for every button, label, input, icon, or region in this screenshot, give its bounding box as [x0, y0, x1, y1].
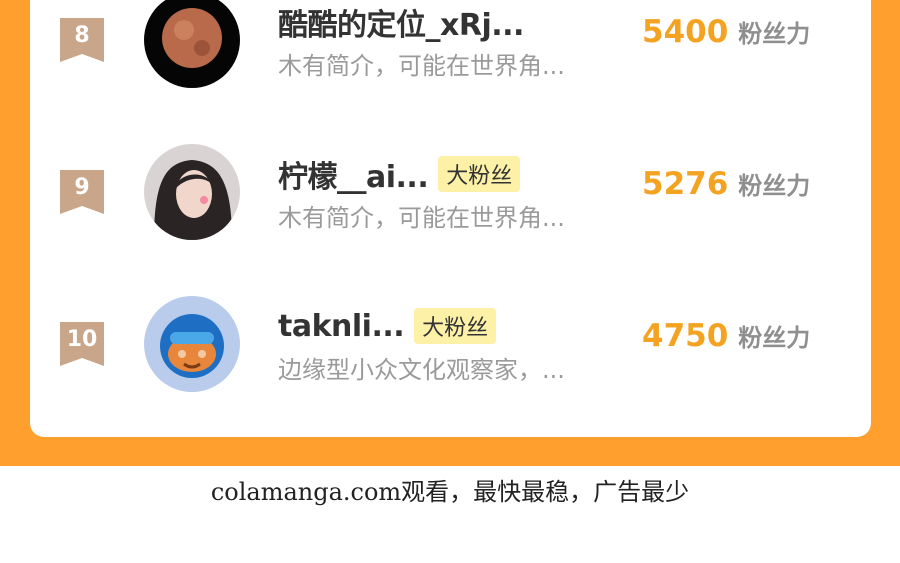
site-watermark-text: colamanga.com观看，最快最稳，广告最少 [210, 478, 690, 506]
big-fan-badge: 大粉丝 [414, 308, 497, 344]
rank-badge: 9 [60, 170, 104, 214]
user-description: 木有简介，可能在世界角... [278, 52, 565, 80]
fan-power-value: 4750 [642, 318, 729, 354]
rank-number: 10 [66, 327, 98, 352]
leaderboard-row[interactable]: 10 taknli... 大粉丝 边缘型小众文化观察家，... 4750 粉丝力 [30, 296, 871, 424]
rank-number: 8 [74, 23, 90, 48]
leaderboard-row[interactable]: 9 柠檬__ai... 大粉丝 木有简介，可能在世界角... 5276 粉丝力 [30, 144, 871, 272]
user-avatar[interactable] [144, 144, 240, 240]
user-description: 边缘型小众文化观察家，... [278, 356, 565, 384]
fan-power-value: 5276 [642, 166, 729, 202]
user-name[interactable]: 柠檬__ai... [278, 152, 429, 196]
fan-power-label: 粉丝力 [738, 20, 811, 48]
rank-badge: 8 [60, 18, 104, 62]
user-description: 木有简介，可能在世界角... [278, 204, 565, 232]
user-avatar[interactable] [144, 0, 240, 88]
fan-power-label: 粉丝力 [738, 172, 811, 200]
user-avatar[interactable] [144, 296, 240, 392]
fan-power-value: 5400 [642, 14, 729, 50]
leaderboard-card: 8 酷酷的定位_xRj... 木有简介，可能在世界角... 5400 粉丝力 9 [30, 0, 871, 437]
leaderboard-row[interactable]: 8 酷酷的定位_xRj... 木有简介，可能在世界角... 5400 粉丝力 [30, 0, 871, 120]
rank-number: 9 [74, 175, 90, 200]
big-fan-badge: 大粉丝 [438, 156, 521, 192]
user-name[interactable]: 酷酷的定位_xRj... [278, 0, 524, 44]
rank-badge: 10 [60, 322, 104, 366]
user-name[interactable]: taknli... [278, 309, 405, 344]
fan-power-label: 粉丝力 [738, 324, 811, 352]
